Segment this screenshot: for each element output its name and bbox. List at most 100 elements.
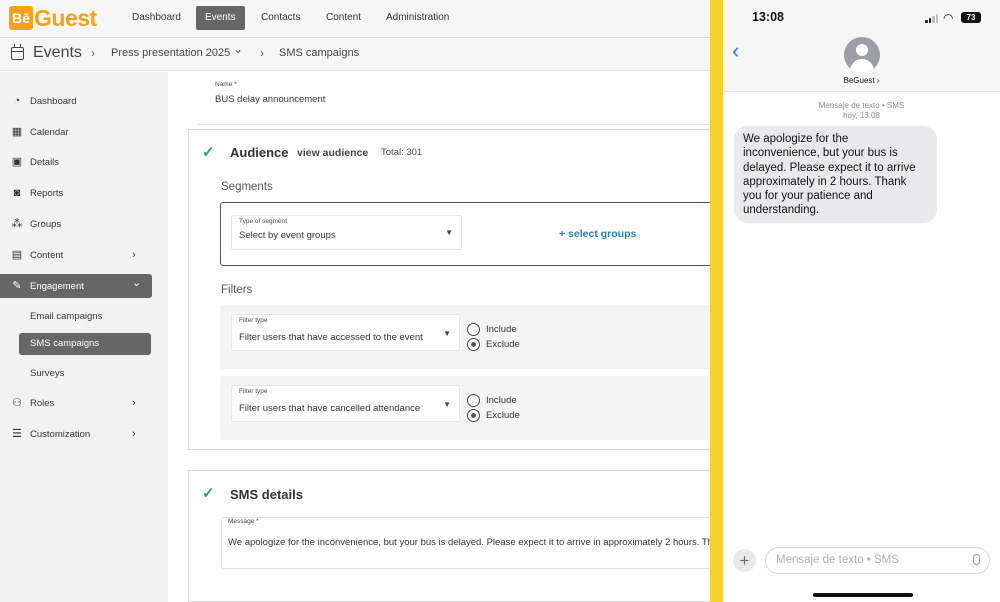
segment-type-value: Select by event groups bbox=[239, 230, 336, 241]
sms-details-card: ✓ SMS details Message * We apologize for… bbox=[188, 470, 904, 602]
nav-dashboard[interactable]: Dashboard bbox=[123, 6, 190, 30]
chevron-right-icon: › bbox=[91, 46, 95, 60]
chevron-right-icon: › bbox=[260, 46, 264, 60]
radio-unchecked-icon bbox=[467, 394, 480, 407]
filters-heading: Filters bbox=[221, 284, 253, 296]
beguest-logo[interactable]: Bē Guest bbox=[9, 6, 97, 30]
breadcrumb-event[interactable]: Press presentation 2025 bbox=[111, 47, 230, 59]
campaign-form: Name * BUS delay announcement ✓ Audience… bbox=[168, 72, 904, 602]
check-icon: ✓ bbox=[202, 144, 215, 161]
sidebar-item-label: Reports bbox=[30, 187, 64, 199]
filter-type-label: Filter type bbox=[239, 388, 268, 395]
engagement-icon: ✎ bbox=[12, 280, 22, 292]
filter-row: Filter type Filter users that have cance… bbox=[220, 376, 719, 440]
caret-down-icon: ▼ bbox=[443, 329, 451, 338]
exclude-radio[interactable]: Exclude bbox=[467, 338, 520, 351]
include-radio[interactable]: Include bbox=[467, 394, 517, 407]
message-label: Message * bbox=[228, 518, 259, 525]
chevron-right-icon: › bbox=[132, 249, 136, 261]
name-field-label: Name * bbox=[215, 81, 237, 88]
plus-icon[interactable]: + bbox=[733, 549, 756, 572]
microphone-icon[interactable] bbox=[973, 554, 980, 565]
include-radio[interactable]: Include bbox=[467, 323, 517, 336]
top-nav: Bē Guest Dashboard Events Contacts Conte… bbox=[0, 0, 710, 38]
select-groups-link[interactable]: + select groups bbox=[559, 228, 636, 240]
message-input[interactable]: Mensaje de texto • SMS bbox=[765, 547, 990, 574]
sidebar-item-label: Engagement bbox=[30, 280, 84, 292]
sidebar-item-engagement[interactable]: ✎ Engagement ⌄ bbox=[0, 274, 152, 298]
back-chevron-icon[interactable]: ‹ bbox=[732, 40, 739, 62]
received-sms-bubble: We apologize for the inconvenience, but … bbox=[734, 126, 937, 223]
logo-text: Guest bbox=[34, 5, 97, 31]
sidebar-item-calendar[interactable]: ▦ Calendar bbox=[0, 120, 152, 144]
contact-name[interactable]: BeGuest › bbox=[723, 76, 1000, 85]
nav-content[interactable]: Content bbox=[317, 6, 370, 30]
chevron-down-icon: ⌄ bbox=[132, 277, 142, 289]
audience-total: Total: 301 bbox=[381, 147, 423, 158]
content-icon: ▤ bbox=[11, 249, 23, 261]
phone-header: 13:08 ◠ 73 ‹ BeGuest › bbox=[723, 0, 1000, 92]
message-input-placeholder: Mensaje de texto • SMS bbox=[776, 554, 899, 566]
segments-heading: Segments bbox=[221, 181, 273, 193]
filter-row: Filter type Filter users that have acces… bbox=[220, 305, 719, 369]
sidebar-item-dashboard[interactable]: ◔ Dashboard bbox=[0, 89, 152, 113]
contact-avatar[interactable] bbox=[844, 37, 880, 73]
exclude-label: Exclude bbox=[486, 410, 520, 421]
sliders-icon: ☰ bbox=[12, 428, 22, 440]
exclude-radio[interactable]: Exclude bbox=[467, 409, 520, 422]
exclude-label: Exclude bbox=[486, 339, 520, 350]
sidebar: ◔ Dashboard ▦ Calendar ▣ Details ◙ Repor… bbox=[0, 72, 168, 602]
view-audience-link[interactable]: view audience bbox=[297, 147, 368, 159]
segment-type-label: Type of segment bbox=[239, 218, 288, 225]
segment-type-select[interactable]: Type of segment Select by event groups ▼ bbox=[231, 215, 462, 250]
audience-title: Audience bbox=[230, 145, 289, 160]
chevron-right-icon: › bbox=[132, 428, 136, 440]
name-field-underline bbox=[198, 124, 710, 125]
sidebar-item-label: Calendar bbox=[30, 126, 69, 138]
logo-mark: Bē bbox=[9, 6, 33, 30]
home-indicator bbox=[813, 593, 913, 597]
status-time: 13:08 bbox=[752, 10, 784, 24]
filter-type-select[interactable]: Filter type Filter users that have cance… bbox=[231, 385, 460, 422]
audience-card: ✓ Audience view audience Total: 301 Segm… bbox=[188, 129, 720, 450]
sidebar-item-label: Content bbox=[30, 249, 64, 261]
name-field[interactable]: BUS delay announcement bbox=[215, 94, 325, 105]
breadcrumb: Events › Press presentation 2025 ⌄ › SMS… bbox=[0, 39, 710, 71]
filter-type-value: Filter users that have accessed to the e… bbox=[239, 332, 423, 343]
include-label: Include bbox=[486, 324, 517, 335]
sidebar-item-details[interactable]: ▣ Details bbox=[0, 150, 152, 174]
wifi-icon: ◠ bbox=[943, 11, 954, 25]
caret-down-icon: ▼ bbox=[445, 228, 453, 237]
nav-administration[interactable]: Administration bbox=[377, 6, 458, 30]
gauge-icon: ◔ bbox=[13, 95, 21, 107]
chevron-right-icon: › bbox=[132, 397, 136, 409]
sidebar-item-label: Groups bbox=[30, 218, 62, 230]
radio-checked-icon bbox=[467, 409, 480, 422]
sidebar-item-content[interactable]: ▤ Content › bbox=[0, 243, 152, 267]
sidebar-subitem-surveys[interactable]: Surveys bbox=[30, 368, 64, 379]
nav-contacts[interactable]: Contacts bbox=[252, 6, 309, 30]
sidebar-item-label: Details bbox=[30, 156, 60, 168]
phone-messages-screen: 13:08 ◠ 73 ‹ BeGuest › Mensaje de texto … bbox=[723, 0, 1000, 602]
nav-events[interactable]: Events bbox=[196, 6, 245, 30]
sidebar-item-customization[interactable]: ☰ Customization › bbox=[0, 422, 152, 446]
sidebar-subitem-sms-campaigns[interactable]: SMS campaigns bbox=[19, 333, 151, 355]
sidebar-item-reports[interactable]: ◙ Reports bbox=[0, 181, 152, 205]
sidebar-item-label: Roles bbox=[30, 397, 55, 409]
page-title[interactable]: Events bbox=[33, 44, 82, 62]
details-icon: ▣ bbox=[11, 156, 23, 168]
groups-icon: ⁂ bbox=[11, 218, 23, 230]
battery-icon: 73 bbox=[961, 12, 981, 23]
sidebar-subitem-email-campaigns[interactable]: Email campaigns bbox=[30, 311, 102, 322]
check-icon: ✓ bbox=[202, 485, 215, 502]
sidebar-item-roles[interactable]: ⚇ Roles › bbox=[0, 391, 152, 415]
sidebar-item-groups[interactable]: ⁂ Groups bbox=[0, 212, 152, 236]
include-label: Include bbox=[486, 395, 517, 406]
sidebar-item-label: Customization bbox=[30, 428, 91, 440]
caret-down-icon: ▼ bbox=[443, 400, 451, 409]
roles-icon: ⚇ bbox=[12, 397, 22, 409]
chevron-down-icon[interactable]: ⌄ bbox=[233, 42, 243, 56]
radio-checked-icon bbox=[467, 338, 480, 351]
filter-type-select[interactable]: Filter type Filter users that have acces… bbox=[231, 314, 460, 351]
message-timestamp: hoy, 13:08 bbox=[843, 111, 880, 120]
